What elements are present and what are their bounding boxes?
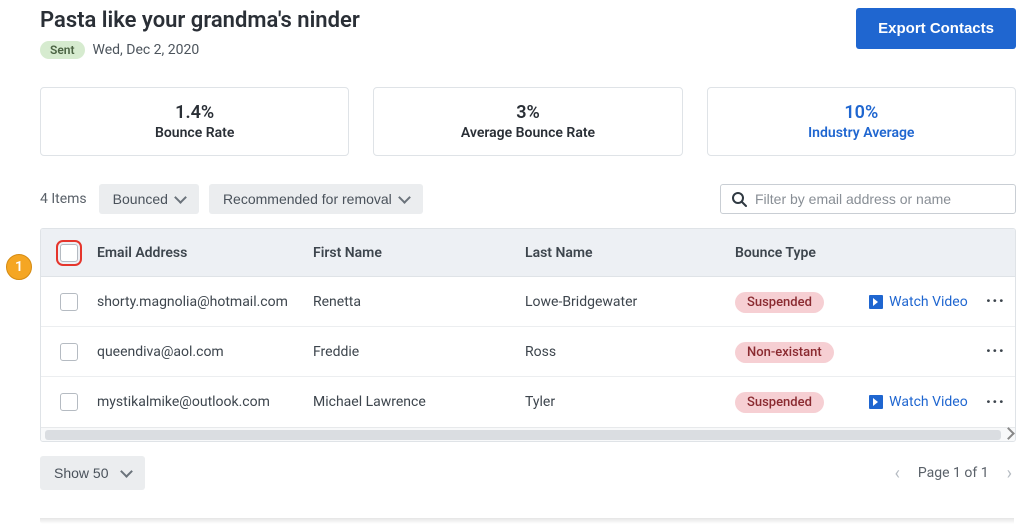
play-icon <box>869 295 883 309</box>
page-size-label: Show 50 <box>54 465 108 481</box>
cell-email: queendiva@aol.com <box>97 344 313 360</box>
stat-industry-average[interactable]: 10% Industry Average <box>707 87 1016 156</box>
filter-bounced-label: Bounced <box>113 191 168 207</box>
cell-bounce-type: Non-existant <box>735 344 835 360</box>
stat-avg-bounce-rate-value: 3% <box>374 102 681 123</box>
step-callout: 1 <box>6 254 32 280</box>
row-actions-menu[interactable]: ··· <box>984 392 1007 413</box>
step-callout-number: 1 <box>15 259 23 275</box>
status-badge: Sent <box>40 41 85 59</box>
horizontal-scrollbar[interactable] <box>41 427 1015 441</box>
cell-bounce-type: Suspended <box>735 294 835 310</box>
chevron-down-icon <box>398 191 411 204</box>
cell-email: mystikalmike@outlook.com <box>97 394 313 410</box>
table-row: mystikalmike@outlook.comMichael Lawrence… <box>41 377 1015 427</box>
filter-bounced-dropdown[interactable]: Bounced <box>99 184 199 214</box>
scrollbar-thumb[interactable] <box>45 430 1001 440</box>
select-all-checkbox[interactable] <box>60 244 78 262</box>
chevron-down-icon <box>174 191 187 204</box>
page-title: Pasta like your grandma's ninder <box>40 8 360 33</box>
page-size-dropdown[interactable]: Show 50 <box>40 456 145 490</box>
table-row: queendiva@aol.comFreddieRossNon-existant… <box>41 327 1015 377</box>
bounce-type-badge: Non-existant <box>735 342 834 363</box>
row-actions-menu[interactable]: ··· <box>984 341 1007 362</box>
chevron-down-icon <box>121 465 134 478</box>
item-count: 4 Items <box>40 191 87 207</box>
stat-industry-average-label: Industry Average <box>708 125 1015 141</box>
cell-first-name: Freddie <box>313 344 525 360</box>
cell-first-name: Michael Lawrence <box>313 394 525 410</box>
stat-industry-average-value: 10% <box>708 102 1015 123</box>
bounce-type-badge: Suspended <box>735 292 824 313</box>
cell-first-name: Renetta <box>313 294 525 310</box>
row-actions-menu[interactable]: ··· <box>984 291 1007 312</box>
sent-date: Wed, Dec 2, 2020 <box>93 42 200 58</box>
watch-video-label: Watch Video <box>889 394 968 410</box>
bounce-type-badge: Suspended <box>735 392 824 413</box>
stat-bounce-rate-label: Bounce Rate <box>41 125 348 141</box>
watch-video-link[interactable]: Watch Video <box>869 294 968 310</box>
contacts-table: Email Address First Name Last Name Bounc… <box>40 228 1016 442</box>
table-row: shorty.magnolia@hotmail.comRenettaLowe-B… <box>41 277 1015 327</box>
header-first-name[interactable]: First Name <box>313 245 525 261</box>
search-icon <box>731 191 747 207</box>
pager: ‹ Page 1 of 1 › <box>891 459 1016 488</box>
cell-email: shorty.magnolia@hotmail.com <box>97 294 313 310</box>
prev-page-button[interactable]: ‹ <box>891 459 904 488</box>
play-icon <box>869 395 883 409</box>
stat-avg-bounce-rate: 3% Average Bounce Rate <box>373 87 682 156</box>
filter-recommended-label: Recommended for removal <box>223 191 392 207</box>
row-checkbox[interactable] <box>60 393 78 411</box>
stat-bounce-rate: 1.4% Bounce Rate <box>40 87 349 156</box>
filter-recommended-dropdown[interactable]: Recommended for removal <box>209 184 423 214</box>
stat-bounce-rate-value: 1.4% <box>41 102 348 123</box>
header-last-name[interactable]: Last Name <box>525 245 735 261</box>
header-email[interactable]: Email Address <box>97 245 313 261</box>
row-checkbox[interactable] <box>60 343 78 361</box>
cell-last-name: Lowe-Bridgewater <box>525 294 735 310</box>
row-checkbox[interactable] <box>60 293 78 311</box>
cell-last-name: Ross <box>525 344 735 360</box>
search-field[interactable] <box>720 184 1016 214</box>
cell-bounce-type: Suspended <box>735 394 835 410</box>
stat-avg-bounce-rate-label: Average Bounce Rate <box>374 125 681 141</box>
export-contacts-button[interactable]: Export Contacts <box>856 8 1016 49</box>
watch-video-link[interactable]: Watch Video <box>869 394 968 410</box>
cell-last-name: Tyler <box>525 394 735 410</box>
next-page-button[interactable]: › <box>1003 459 1016 488</box>
scroll-right-icon[interactable] <box>1003 430 1013 440</box>
header-bounce-type[interactable]: Bounce Type <box>735 245 835 261</box>
pager-label: Page 1 of 1 <box>918 465 989 481</box>
search-input[interactable] <box>755 191 1005 207</box>
watch-video-label: Watch Video <box>889 294 968 310</box>
table-header-row: Email Address First Name Last Name Bounc… <box>41 229 1015 277</box>
